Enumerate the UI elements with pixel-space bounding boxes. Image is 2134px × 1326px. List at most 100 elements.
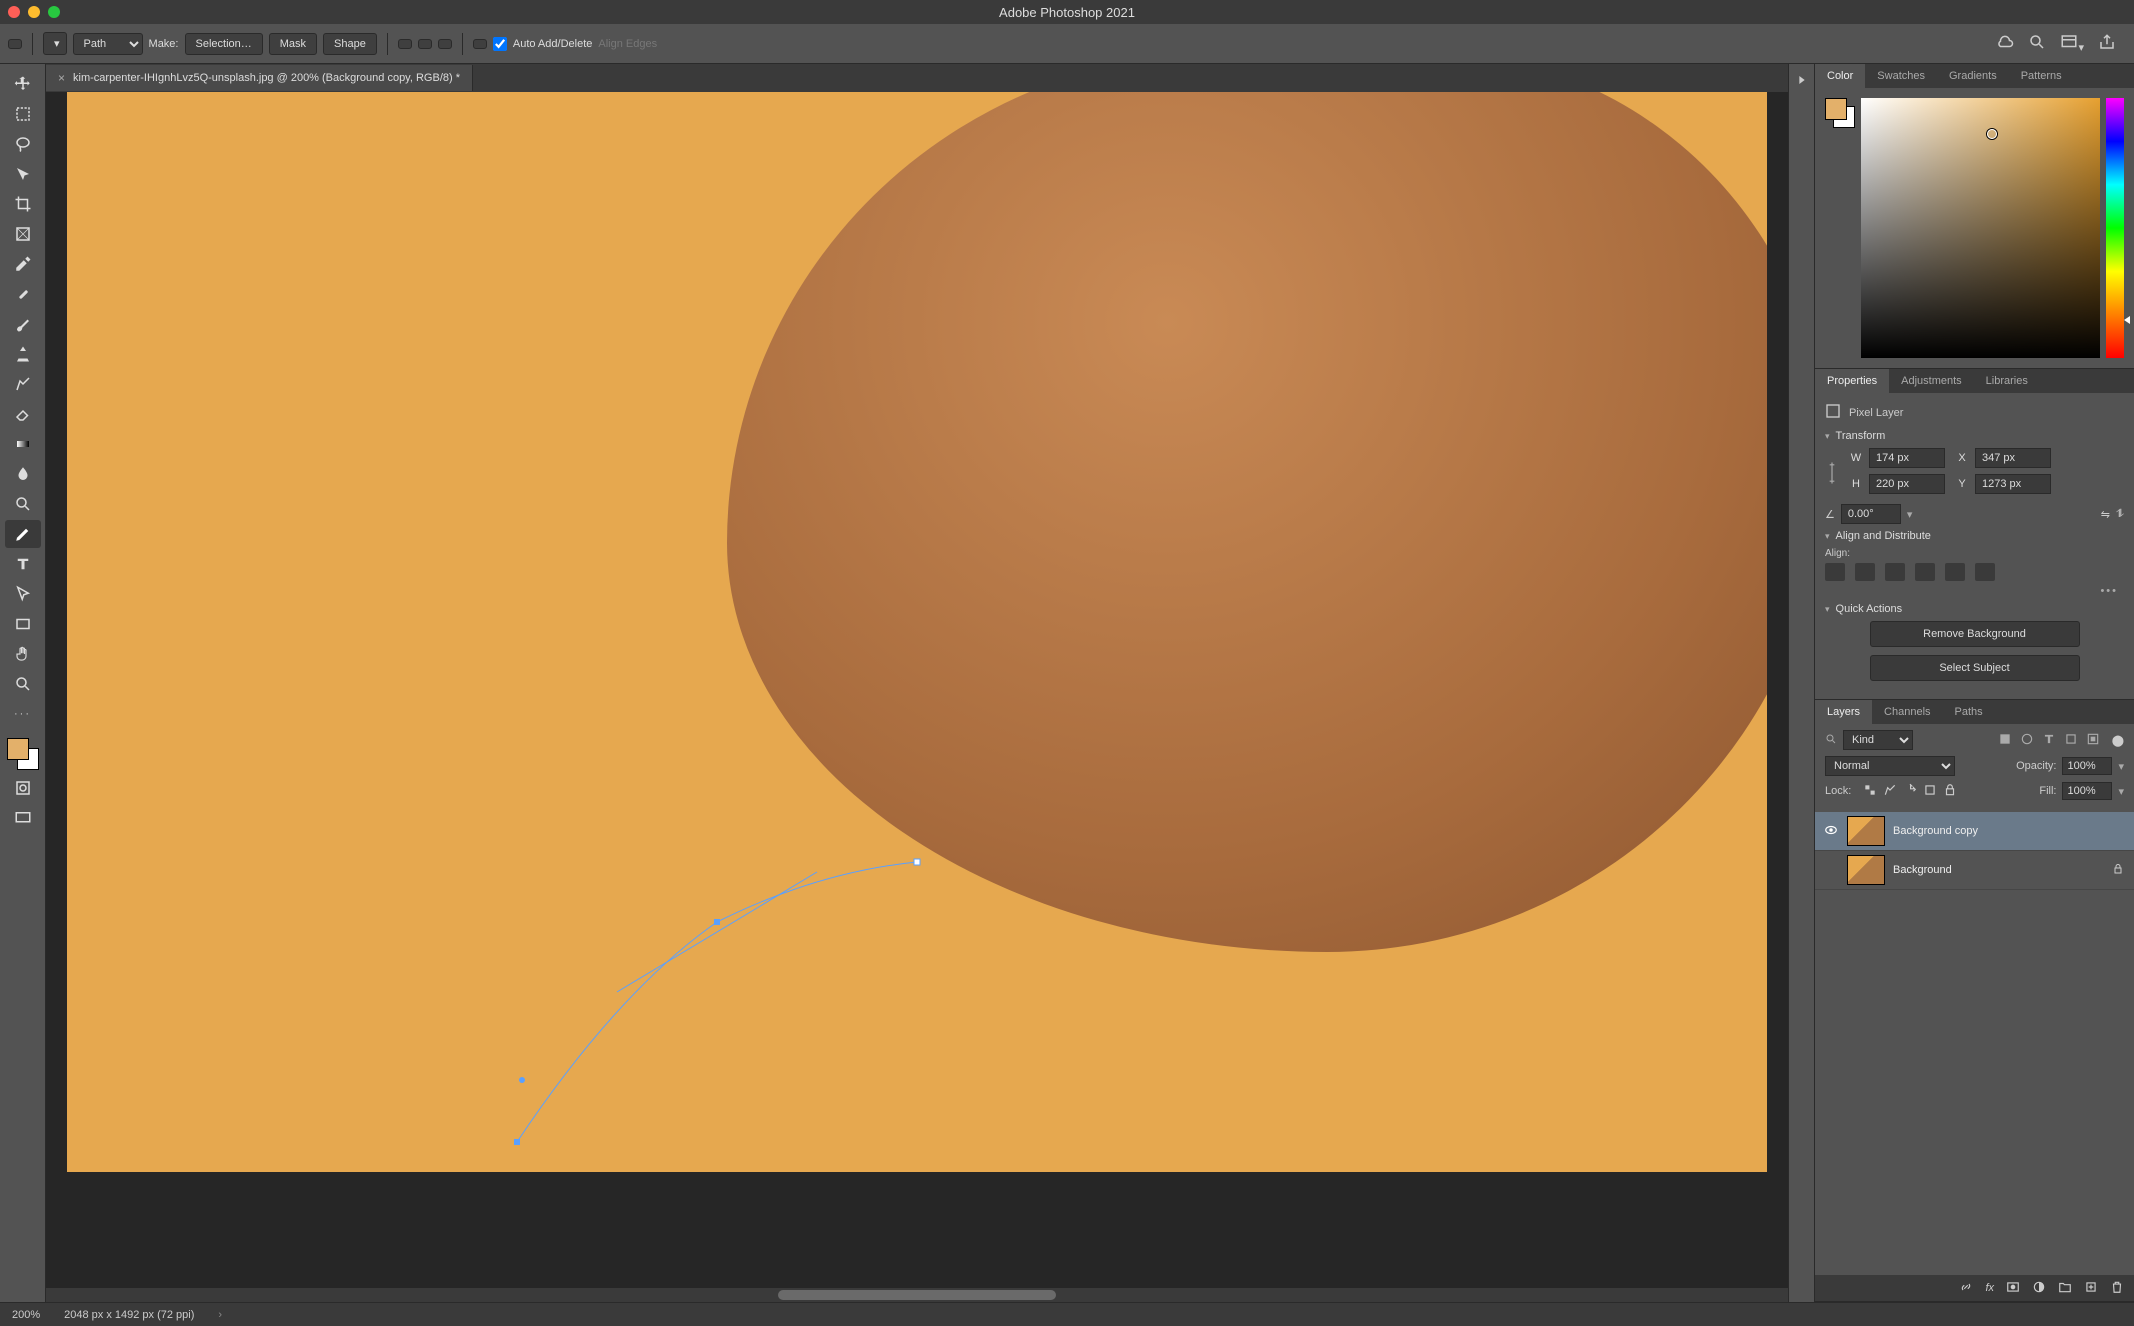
lock-image-icon[interactable] bbox=[1883, 783, 1897, 800]
fill-input[interactable] bbox=[2062, 782, 2112, 800]
hue-slider[interactable] bbox=[2106, 98, 2124, 358]
adjustment-layer-icon[interactable] bbox=[2032, 1280, 2046, 1297]
history-brush-tool[interactable] bbox=[5, 370, 41, 398]
pen-tool[interactable] bbox=[5, 520, 41, 548]
angle-input[interactable] bbox=[1841, 504, 1901, 524]
cloud-sync-icon[interactable] bbox=[1996, 33, 2014, 54]
fg-bg-swatch[interactable] bbox=[1825, 98, 1855, 128]
path-arrangement-icon[interactable] bbox=[438, 39, 452, 49]
tab-channels[interactable]: Channels bbox=[1872, 700, 1942, 724]
filter-adjustment-icon[interactable] bbox=[2020, 732, 2034, 749]
auto-add-delete-checkbox[interactable]: Auto Add/Delete bbox=[493, 37, 593, 51]
layer-row[interactable]: Background copy bbox=[1815, 812, 2134, 851]
align-top-icon[interactable] bbox=[1915, 563, 1935, 581]
filter-pixel-icon[interactable] bbox=[1998, 732, 2012, 749]
align-right-icon[interactable] bbox=[1885, 563, 1905, 581]
saturation-cursor[interactable] bbox=[1987, 129, 1997, 139]
x-input[interactable] bbox=[1975, 448, 2051, 468]
filter-kind-select[interactable]: Kind bbox=[1843, 730, 1913, 750]
layer-row[interactable]: Background bbox=[1815, 851, 2134, 890]
zoom-level[interactable]: 200% bbox=[12, 1309, 40, 1321]
tab-patterns[interactable]: Patterns bbox=[2009, 64, 2074, 88]
lock-all-icon[interactable] bbox=[1943, 783, 1957, 800]
rectangle-tool[interactable] bbox=[5, 610, 41, 638]
make-selection-button[interactable]: Selection… bbox=[185, 33, 263, 55]
visibility-icon[interactable] bbox=[1823, 823, 1839, 840]
quick-actions-section[interactable]: Quick Actions bbox=[1825, 603, 2124, 615]
lock-position-icon[interactable] bbox=[1903, 783, 1917, 800]
clone-stamp-tool[interactable] bbox=[5, 340, 41, 368]
home-icon[interactable] bbox=[8, 39, 22, 49]
brush-tool[interactable] bbox=[5, 310, 41, 338]
flip-horizontal-icon[interactable]: ⇋ bbox=[2101, 508, 2110, 521]
tab-libraries[interactable]: Libraries bbox=[1974, 369, 2040, 393]
path-operations-icon[interactable] bbox=[398, 39, 412, 49]
dodge-tool[interactable] bbox=[5, 490, 41, 518]
tab-gradients[interactable]: Gradients bbox=[1937, 64, 2009, 88]
horizontal-scrollbar[interactable] bbox=[46, 1288, 1788, 1302]
close-tab-icon[interactable]: × bbox=[58, 71, 65, 85]
filter-type-icon[interactable] bbox=[2042, 732, 2056, 749]
path-mode-select[interactable]: Path bbox=[73, 33, 143, 55]
layer-name[interactable]: Background copy bbox=[1893, 825, 2126, 837]
link-layers-icon[interactable] bbox=[1959, 1280, 1973, 1297]
make-mask-button[interactable]: Mask bbox=[269, 33, 317, 55]
filter-smart-icon[interactable] bbox=[2086, 732, 2100, 749]
blend-mode-select[interactable]: Normal bbox=[1825, 756, 1955, 776]
tab-adjustments[interactable]: Adjustments bbox=[1889, 369, 1974, 393]
filter-shape-icon[interactable] bbox=[2064, 732, 2078, 749]
path-alignment-icon[interactable] bbox=[418, 39, 432, 49]
delete-layer-icon[interactable] bbox=[2110, 1280, 2124, 1297]
layer-mask-icon[interactable] bbox=[2006, 1280, 2020, 1297]
color-swatches[interactable] bbox=[5, 736, 41, 772]
filter-search-icon[interactable] bbox=[1825, 733, 1837, 748]
height-input[interactable] bbox=[1869, 474, 1945, 494]
quick-mask-icon[interactable] bbox=[5, 774, 41, 802]
align-left-icon[interactable] bbox=[1825, 563, 1845, 581]
align-hcenter-icon[interactable] bbox=[1855, 563, 1875, 581]
saturation-field[interactable] bbox=[1861, 98, 2100, 358]
remove-background-button[interactable]: Remove Background bbox=[1870, 621, 2080, 647]
tab-layers[interactable]: Layers bbox=[1815, 700, 1872, 724]
select-subject-button[interactable]: Select Subject bbox=[1870, 655, 2080, 681]
layer-name[interactable]: Background bbox=[1893, 864, 2104, 876]
zoom-tool[interactable] bbox=[5, 670, 41, 698]
search-icon[interactable] bbox=[2028, 33, 2046, 54]
tab-properties[interactable]: Properties bbox=[1815, 369, 1889, 393]
opacity-input[interactable] bbox=[2062, 757, 2112, 775]
edit-toolbar-icon[interactable]: ··· bbox=[5, 700, 41, 728]
move-tool[interactable] bbox=[5, 70, 41, 98]
document-dimensions[interactable]: 2048 px x 1492 px (72 ppi) bbox=[64, 1309, 194, 1321]
tab-paths[interactable]: Paths bbox=[1943, 700, 1995, 724]
new-layer-icon[interactable] bbox=[2084, 1280, 2098, 1297]
flip-vertical-icon[interactable]: ⥮ bbox=[2116, 508, 2124, 521]
document-tab[interactable]: × kim-carpenter-IHIgnhLvz5Q-unsplash.jpg… bbox=[46, 65, 473, 91]
close-window-icon[interactable] bbox=[8, 6, 20, 18]
filter-toggle-icon[interactable]: ⬤ bbox=[2112, 734, 2124, 747]
tab-swatches[interactable]: Swatches bbox=[1865, 64, 1937, 88]
lasso-tool[interactable] bbox=[5, 130, 41, 158]
marquee-tool[interactable] bbox=[5, 100, 41, 128]
path-selection-tool[interactable] bbox=[5, 580, 41, 608]
more-options-icon[interactable]: ••• bbox=[1825, 581, 2124, 597]
layer-fx-icon[interactable]: fx bbox=[1985, 1282, 1994, 1294]
blur-tool[interactable] bbox=[5, 460, 41, 488]
pen-tool-preset-icon[interactable]: ▾ bbox=[43, 32, 67, 55]
canvas[interactable] bbox=[67, 92, 1767, 1172]
fullscreen-window-icon[interactable] bbox=[48, 6, 60, 18]
gear-icon[interactable] bbox=[473, 39, 487, 49]
align-vcenter-icon[interactable] bbox=[1945, 563, 1965, 581]
share-icon[interactable] bbox=[2098, 33, 2116, 54]
lock-transparency-icon[interactable] bbox=[1863, 783, 1877, 800]
healing-brush-tool[interactable] bbox=[5, 280, 41, 308]
group-icon[interactable] bbox=[2058, 1280, 2072, 1297]
eyedropper-tool[interactable] bbox=[5, 250, 41, 278]
eraser-tool[interactable] bbox=[5, 400, 41, 428]
minimize-window-icon[interactable] bbox=[28, 6, 40, 18]
quick-selection-tool[interactable] bbox=[5, 160, 41, 188]
align-bottom-icon[interactable] bbox=[1975, 563, 1995, 581]
width-input[interactable] bbox=[1869, 448, 1945, 468]
make-shape-button[interactable]: Shape bbox=[323, 33, 377, 55]
status-more-icon[interactable]: › bbox=[218, 1309, 222, 1321]
canvas-area[interactable] bbox=[46, 92, 1788, 1288]
